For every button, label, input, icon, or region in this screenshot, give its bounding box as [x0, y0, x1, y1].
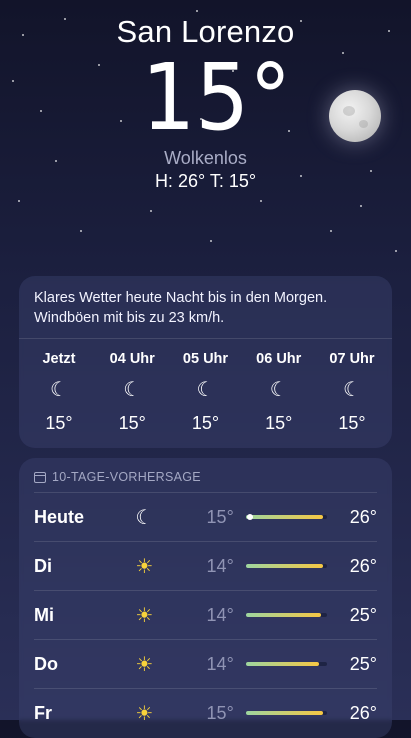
condition-text: Wolkenlos — [164, 148, 247, 168]
sun-icon: ☀ — [135, 702, 154, 725]
hour-temp: 15° — [338, 413, 366, 433]
high-low-text: H: 26° T: 15° — [154, 171, 257, 191]
high-temp: 25° — [349, 604, 377, 625]
sun-icon: ☀ — [135, 555, 154, 578]
low-temp: 15° — [206, 506, 234, 527]
daily-row[interactable]: Di ☀ 14° 26° — [34, 541, 377, 590]
hour-label: Jetzt — [42, 351, 76, 367]
hour-item: 05 Uhr ☾ 15° — [180, 351, 232, 434]
high-temp: 26° — [349, 506, 377, 527]
calendar-icon — [34, 471, 46, 483]
moon-stars-icon: ☾ — [135, 506, 154, 529]
current-temperature: 15° — [141, 44, 292, 151]
hour-label: 05 Uhr — [182, 351, 229, 367]
hour-label: 04 Uhr — [109, 351, 155, 367]
range-fill — [245, 662, 320, 666]
hour-temp: 15° — [191, 413, 220, 433]
hour-label: 06 Uhr — [256, 351, 302, 367]
forecast-summary: Klares Wetter heute Nacht bis in den Mor… — [19, 276, 392, 339]
day-label: Fr — [34, 702, 52, 723]
temperature-range-bar — [245, 564, 328, 568]
moon-stars-icon: ☾ — [343, 379, 361, 401]
range-fill — [245, 613, 321, 617]
low-temp: 14° — [206, 653, 234, 674]
current-temp-marker — [247, 514, 254, 520]
high-temp: 25° — [349, 653, 377, 674]
moon-stars-icon: ☾ — [50, 379, 68, 401]
sun-icon: ☀ — [135, 653, 154, 676]
day-label: Mi — [34, 604, 54, 625]
hour-item: 07 Uhr ☾ 15° — [326, 351, 378, 434]
ten-day-title: 10-TAGE-VORHERSAGE — [52, 470, 201, 484]
daily-row[interactable]: Heute ☾ 15° 26° — [34, 492, 377, 541]
ten-day-forecast-card[interactable]: 10-TAGE-VORHERSAGE Heute ☾ 15° 26° Di ☀ 14° 26°… — [19, 458, 392, 738]
high-temp: 26° — [349, 702, 377, 723]
hour-item: 04 Uhr ☾ 15° — [106, 351, 158, 434]
day-label: Heute — [34, 506, 85, 527]
hourly-forecast-card[interactable]: Klares Wetter heute Nacht bis in den Mor… — [19, 276, 392, 448]
day-label: Do — [34, 653, 58, 674]
moon-stars-icon: ☾ — [196, 379, 215, 401]
daily-row[interactable]: Do ☀ 14° 25° — [34, 639, 377, 688]
temperature-range-bar — [245, 711, 328, 715]
range-fill — [245, 515, 324, 519]
hour-label: 07 Uhr — [329, 351, 375, 367]
hour-temp: 15° — [265, 413, 293, 433]
day-label: Di — [34, 555, 52, 576]
range-fill — [245, 564, 324, 568]
daily-row[interactable]: Mi ☀ 14° 25° — [34, 590, 377, 639]
temperature-range-bar — [245, 514, 328, 520]
low-temp: 15° — [206, 702, 234, 723]
low-temp: 14° — [206, 555, 234, 576]
daily-row[interactable]: Fr ☀ 15° 26° — [34, 688, 377, 737]
high-temp: 26° — [349, 555, 377, 576]
temperature-range-bar — [245, 662, 328, 666]
hour-temp: 15° — [118, 413, 146, 433]
sun-icon: ☀ — [135, 604, 154, 627]
temperature-range-bar — [245, 613, 328, 617]
hour-item: Jetzt ☾ 15° — [33, 351, 85, 434]
low-temp: 14° — [206, 604, 234, 625]
current-weather-header: San Lorenzo 15° Wolkenlos H: 26° T: 15° — [0, 14, 411, 192]
ten-day-header: 10-TAGE-VORHERSAGE — [19, 458, 392, 492]
moon-stars-icon: ☾ — [269, 379, 288, 401]
hourly-list[interactable]: Jetzt ☾ 15° 04 Uhr ☾ 15° 05 Uhr ☾ 15° 06… — [19, 339, 392, 434]
range-fill — [245, 711, 324, 715]
hour-temp: 15° — [45, 413, 73, 433]
moon-stars-icon: ☾ — [123, 379, 142, 401]
hour-item: 06 Uhr ☾ 15° — [253, 351, 305, 434]
